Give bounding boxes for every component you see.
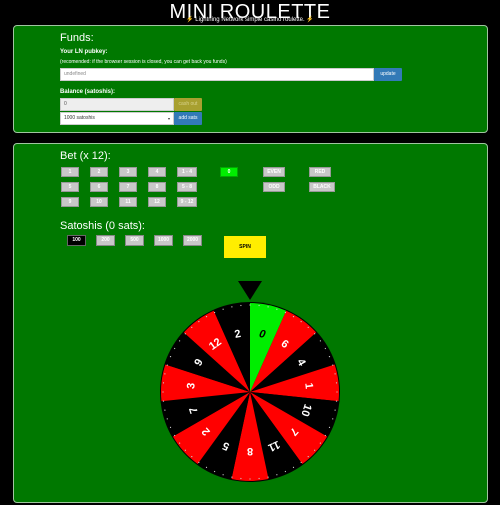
wheel-rim-dot	[284, 311, 286, 314]
wheel-pocket-label-8: 8	[247, 445, 253, 457]
roulette-wheel: 064110711852739122	[160, 281, 340, 482]
wheel-rim-dot	[179, 340, 181, 342]
wheel-rim-dot	[335, 382, 338, 384]
wheel-rim-dot	[198, 461, 200, 463]
wheel-rim-dot	[332, 364, 334, 366]
wheel-pocket-label-12: 3	[185, 382, 198, 389]
wheel-rim-dot	[300, 321, 302, 323]
wheel-rim-dot	[191, 456, 193, 458]
wheel-rim-dot	[332, 418, 334, 420]
wheel-rim-dot	[334, 373, 336, 375]
wheel-rim-dot	[169, 356, 172, 358]
wheel-rim-dot	[164, 409, 166, 411]
wheel-area: 0 6 4 1 10 7 11 8 5 2 7 3 9 12 2	[0, 0, 500, 500]
wheel-rim-dot	[231, 476, 233, 478]
wheel-rim-dot	[328, 426, 331, 428]
wheel-rim-dot	[222, 474, 224, 476]
wheel-rim-dot	[198, 321, 200, 323]
wheel-rim-dot	[328, 356, 331, 358]
wheel-rim-dot	[324, 434, 326, 437]
wheel-rim-dot	[284, 470, 286, 473]
wheel-rim-dot	[174, 347, 176, 350]
wheel-rim-dot	[292, 316, 295, 318]
wheel-rim-dot	[231, 306, 233, 308]
wheel-rim-dot	[314, 449, 316, 451]
wheel-rim-dot	[258, 477, 260, 480]
wheel-rim-dot	[300, 461, 302, 463]
wheel-rim-dot	[307, 326, 309, 328]
wheel-rim-dot	[169, 426, 172, 428]
wheel-rim-dot	[307, 456, 309, 458]
wheel-rim-dot	[336, 391, 338, 393]
wheel-rim-dot	[319, 340, 321, 342]
wheel-rim-dot	[324, 347, 326, 350]
wheel-rim-dot	[240, 477, 242, 480]
wheel-rim-dot	[334, 409, 336, 411]
wheel-rim-dot	[164, 373, 166, 375]
wheel-rim-dot	[276, 308, 278, 310]
wheel-rim-dot	[249, 304, 251, 306]
wheel-rim-dot	[214, 311, 216, 314]
wheel-rim-dot	[166, 364, 168, 366]
wheel-rim-dot	[191, 326, 193, 328]
wheel-rim-dot	[166, 418, 168, 420]
wheel-rim-dot	[222, 308, 224, 310]
wheel-rim-dot	[267, 476, 269, 478]
wheel-rim-dot	[276, 474, 278, 476]
wheel-rim-dot	[314, 333, 316, 335]
wheel-rim-dot	[258, 304, 260, 307]
wheel-rim-dot	[214, 470, 216, 473]
wheel-rim-dot	[292, 466, 295, 468]
wheel-rim-dot	[319, 442, 321, 444]
wheel-rim-dot	[184, 333, 186, 335]
wheel-rim-dot	[162, 391, 164, 393]
wheel-rim-dot	[179, 442, 181, 444]
wheel-pocket-label-4: 1	[302, 382, 315, 389]
wheel-rim-dot	[335, 400, 338, 402]
wheel-rim-dot	[184, 449, 186, 451]
wheel-rim-dot	[240, 304, 242, 307]
wheel-rim-dot	[267, 306, 269, 308]
wheel-rim-dot	[205, 316, 208, 318]
wheel-rim-dot	[249, 478, 251, 480]
wheel-rim-dot	[162, 382, 165, 384]
wheel-pointer-icon	[238, 281, 262, 300]
wheel-rim-dot	[174, 434, 176, 437]
wheel-rim-dot	[162, 400, 165, 402]
wheel-rim-dot	[205, 466, 208, 468]
